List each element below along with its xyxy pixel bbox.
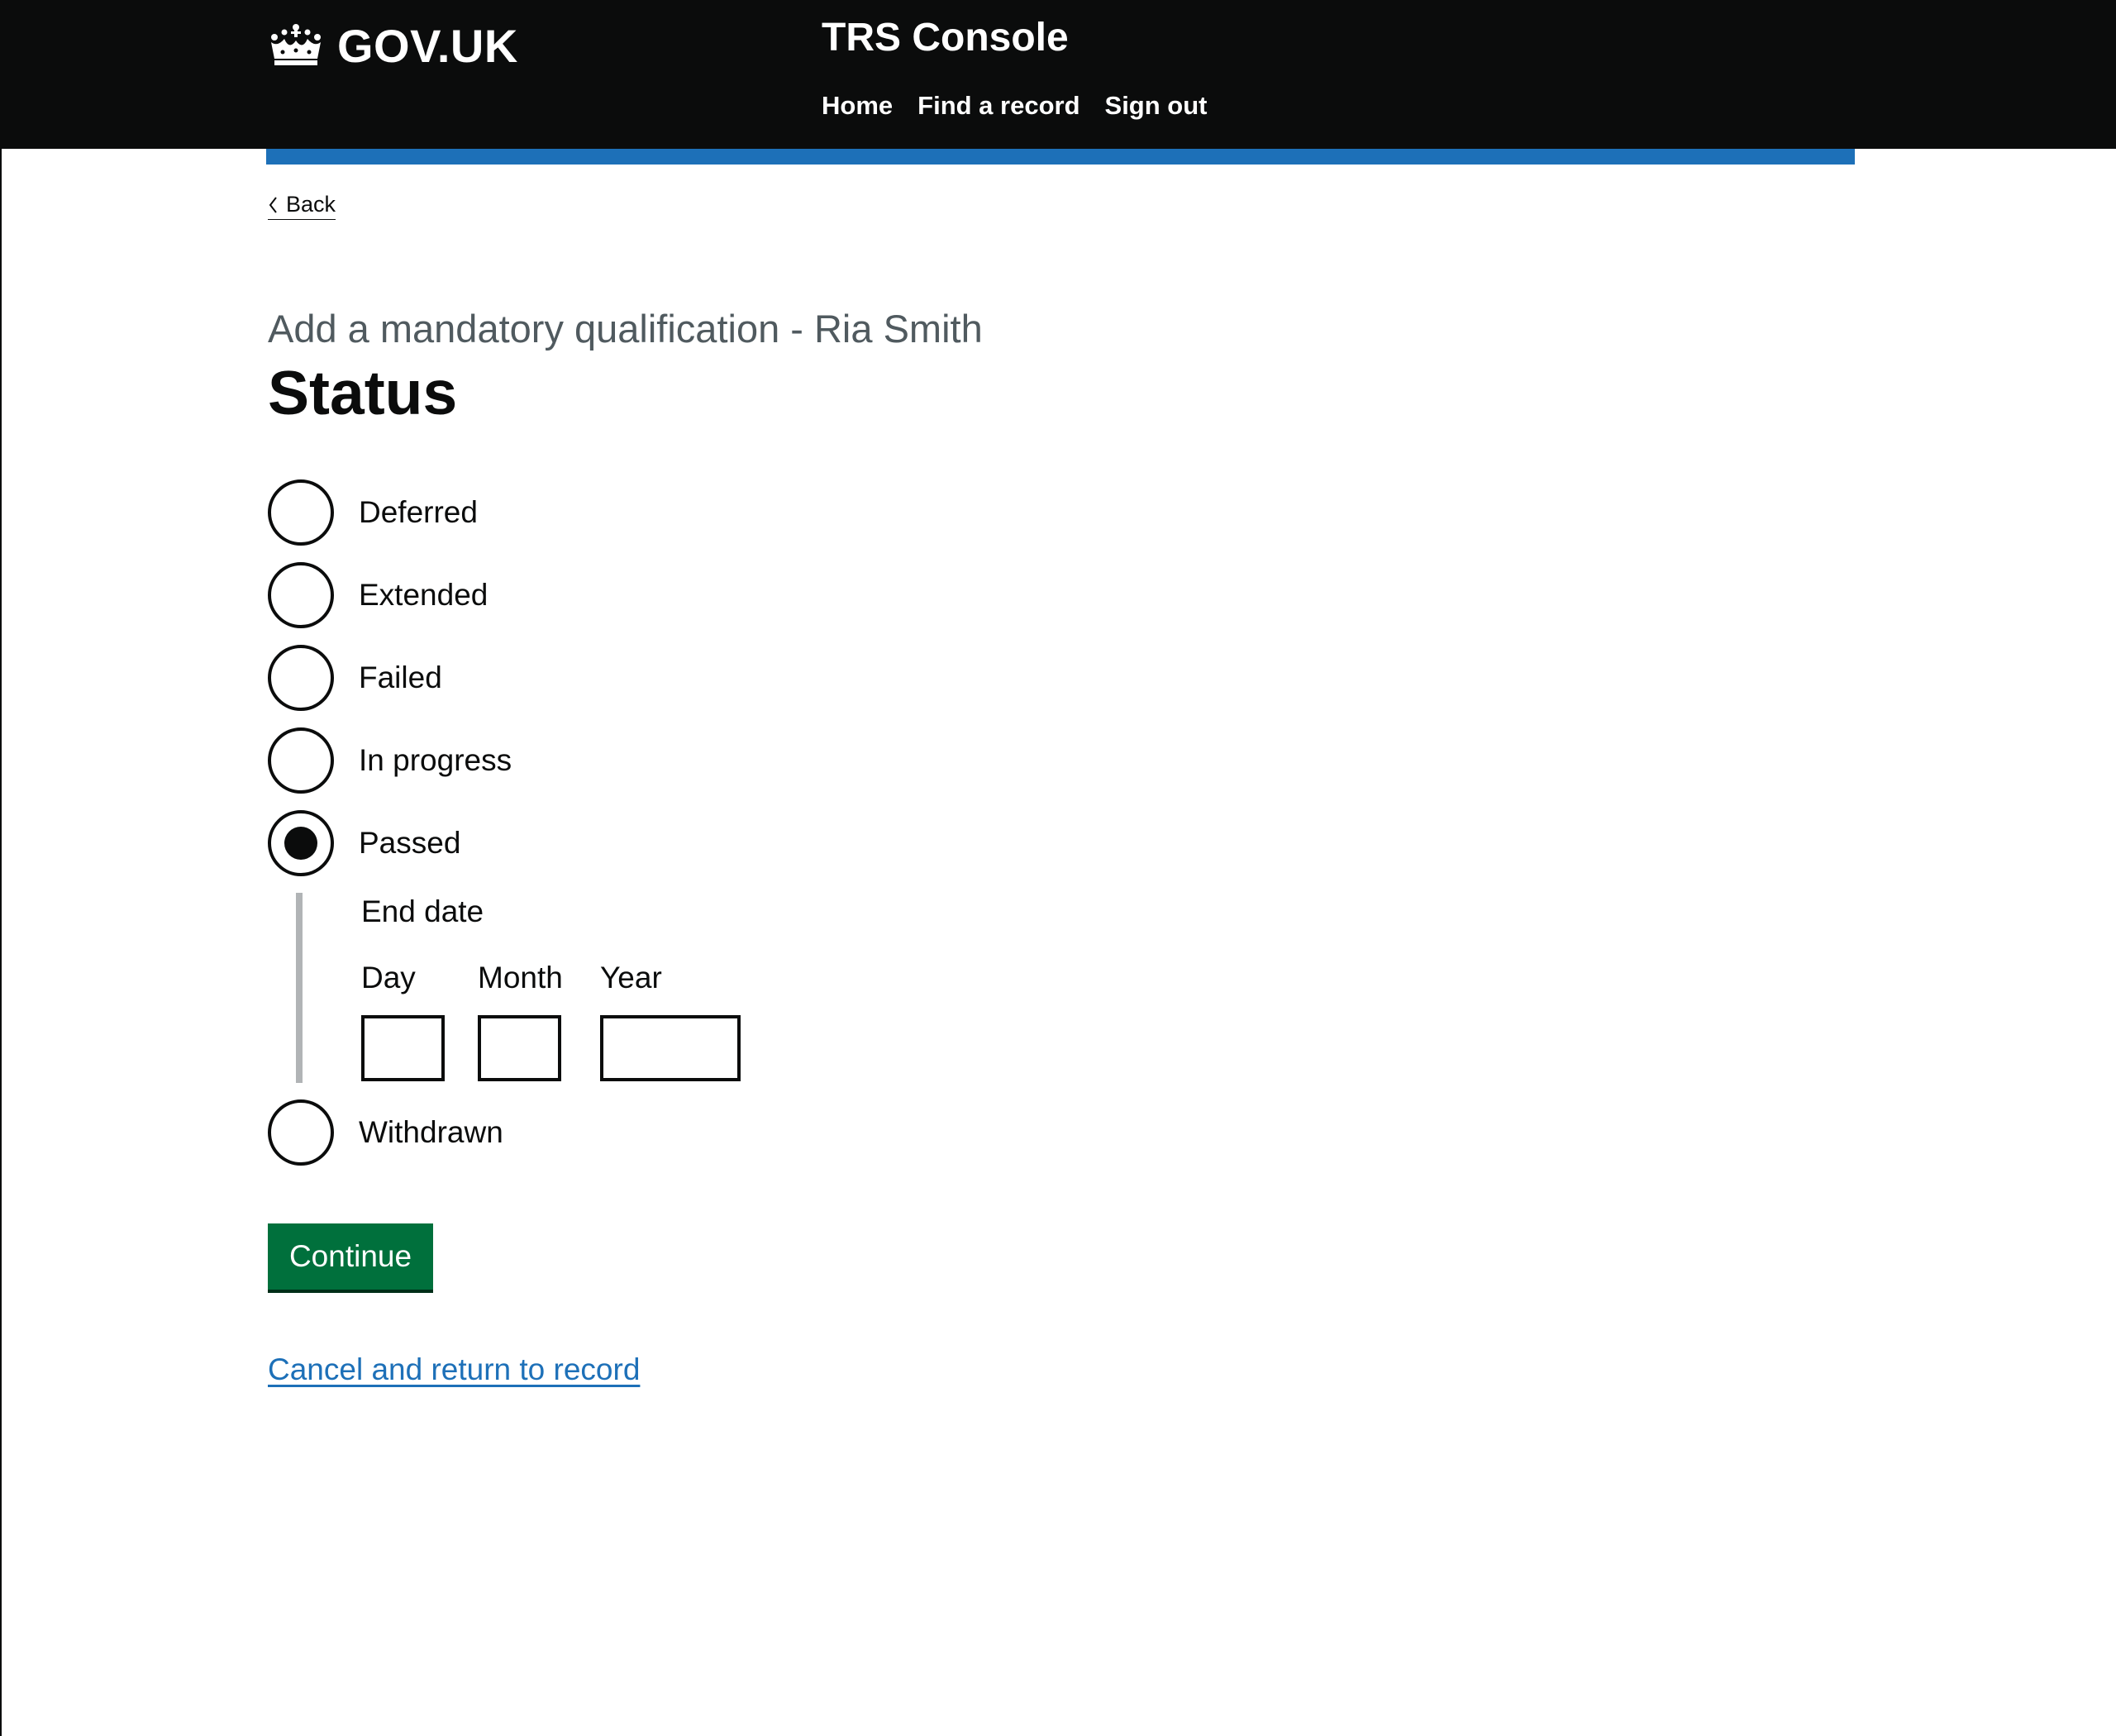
radio-label[interactable]: Passed [359, 826, 460, 861]
radio-label[interactable]: Extended [359, 578, 488, 613]
nav-home[interactable]: Home [822, 91, 893, 121]
year-field: Year [600, 961, 741, 1081]
month-field: Month [478, 961, 563, 1081]
radio-label[interactable]: Deferred [359, 495, 478, 530]
day-field: Day [361, 961, 445, 1081]
header-accent-bar [266, 149, 1855, 165]
radio-button-checked[interactable] [268, 810, 334, 876]
year-input[interactable] [600, 1015, 741, 1081]
service-name[interactable]: TRS Console [822, 15, 1069, 60]
nav-find-a-record[interactable]: Find a record [917, 91, 1079, 121]
year-label: Year [600, 961, 662, 994]
end-date-legend: End date [361, 894, 484, 928]
page-caption: Add a mandatory qualification - Ria Smit… [268, 307, 983, 351]
crown-icon [271, 24, 321, 65]
page: GOV.UK TRS Console Home Find a record Si… [0, 0, 2116, 1736]
nav-sign-out[interactable]: Sign out [1105, 91, 1208, 121]
radio-button[interactable] [268, 645, 334, 711]
back-link-label: Back [286, 192, 336, 217]
page-title: Status [268, 358, 458, 427]
chevron-left-icon [269, 196, 277, 213]
header-nav: Home Find a record Sign out [822, 91, 1208, 121]
radio-label[interactable]: Failed [359, 661, 442, 695]
continue-button[interactable]: Continue [268, 1223, 433, 1290]
conditional-reveal-border [296, 893, 303, 1083]
radio-withdrawn[interactable]: Withdrawn [268, 1099, 503, 1166]
radio-label[interactable]: Withdrawn [359, 1115, 503, 1150]
radio-button[interactable] [268, 727, 334, 794]
month-label: Month [478, 961, 563, 994]
back-link[interactable]: Back [268, 192, 336, 220]
day-input[interactable] [361, 1015, 445, 1081]
month-input[interactable] [478, 1015, 561, 1081]
radio-extended[interactable]: Extended [268, 562, 488, 628]
radio-button[interactable] [268, 562, 334, 628]
radio-passed[interactable]: Passed [268, 810, 460, 876]
header: GOV.UK TRS Console Home Find a record Si… [2, 0, 2116, 149]
radio-button[interactable] [268, 479, 334, 546]
day-label: Day [361, 961, 416, 994]
govuk-logo-link[interactable]: GOV.UK [266, 17, 518, 74]
cancel-and-return-link[interactable]: Cancel and return to record [268, 1352, 640, 1387]
radio-button[interactable] [268, 1099, 334, 1166]
radio-in-progress[interactable]: In progress [268, 727, 512, 794]
radio-label[interactable]: In progress [359, 743, 512, 778]
logo-text: GOV.UK [337, 19, 518, 72]
radio-deferred[interactable]: Deferred [268, 479, 478, 546]
radio-failed[interactable]: Failed [268, 645, 442, 711]
